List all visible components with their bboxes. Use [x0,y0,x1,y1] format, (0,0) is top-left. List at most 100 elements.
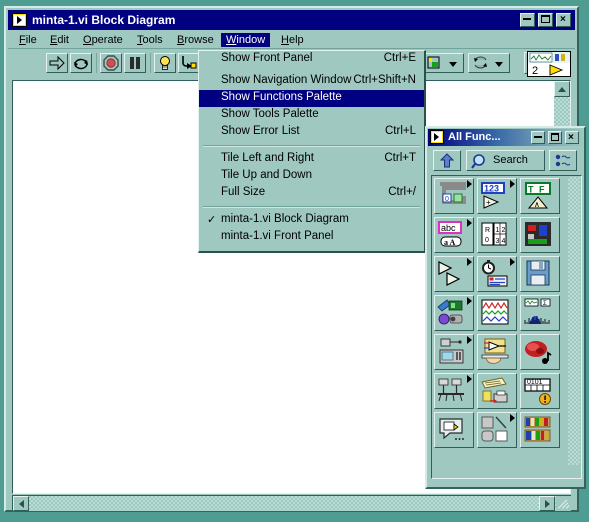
search-label: Search [493,154,528,166]
minimize-button[interactable] [520,13,535,27]
menu-edit[interactable]: Edit [45,33,74,47]
array-cluster-palette[interactable]: R 0 1 2 3 4 [477,217,517,253]
menu-item-minta-1-front-panel[interactable]: minta-1.vi Front Panel [199,229,424,246]
run-button[interactable] [46,53,68,73]
structures-palette[interactable]: 0 [434,178,474,214]
menu-item-tile-up-and-down[interactable]: Tile Up and Down [199,168,424,185]
menu-operate[interactable]: Operate [78,33,128,47]
boolean-palette[interactable]: T F ∧ [520,178,560,214]
binary-warning-icon: 0101 [524,378,551,405]
palette-body: 0 123 + T F ∧ abc a A R 0 1 2 3 4 Σ 0101 [431,175,582,479]
menu-item-show-functions-palette[interactable]: Show Functions Palette [199,90,424,107]
svg-text:0: 0 [445,196,449,203]
step-into-button[interactable] [178,53,200,73]
user-libraries-palette[interactable] [520,412,560,448]
palette-titlebar[interactable]: All Func... × [428,129,583,146]
reorder-dropdown[interactable] [468,53,510,73]
search-button[interactable]: Search [466,150,545,171]
data-acquisition-palette[interactable] [434,334,474,370]
waveform-palette[interactable] [477,295,517,331]
double-arrow-icon [438,261,461,286]
options-list-icon [555,154,571,167]
printer-document-icon [481,377,508,403]
instrument-io-icon [437,299,463,325]
menu-item-label: Tile Up and Down [221,169,312,181]
select-a-vi-palette[interactable] [434,412,474,448]
desktop-background: minta-1.vi Block Diagram × File Edit Ope… [0,0,589,522]
svg-text:4: 4 [502,238,506,245]
text-settings-dropdown[interactable] [422,53,464,73]
file-io-palette[interactable] [520,256,560,292]
menu-item-show-error-list[interactable]: Show Error List Ctrl+L [199,124,424,141]
menu-item-label: Show Functions Palette [221,91,342,103]
palette-maximize-button[interactable] [548,131,562,144]
resize-grip[interactable] [556,496,571,511]
run-continuously-button[interactable] [70,53,92,73]
palette-resize-grip[interactable] [568,465,580,477]
menu-item-label: minta-1.vi Front Panel [221,230,334,242]
vi-icon[interactable]: 2 [527,51,571,77]
palette-close-button[interactable]: × [565,131,579,144]
svg-text:+: + [486,198,491,207]
maximize-button[interactable] [538,13,553,27]
comparison-palette[interactable] [520,217,560,253]
menu-item-show-tools-palette[interactable]: Show Tools Palette [199,107,424,124]
menu-item-accelerator: Ctrl+E [383,52,416,64]
menu-item-tile-left-and-right[interactable]: Tile Left and Right Ctrl+T [199,151,424,168]
close-icon: × [560,14,566,25]
scroll-up-button[interactable] [554,81,570,97]
time-dialog-palette[interactable] [434,256,474,292]
window-menu: Show Front Panel Ctrl+E Show Navigation … [198,50,426,253]
menu-item-show-navigation-window[interactable]: Show Navigation Window Ctrl+Shift+N [199,73,424,90]
numeric-palette[interactable]: 123 + [477,178,517,214]
toolbar-separator [96,53,97,73]
application-control-palette[interactable] [477,373,517,409]
palette-minimize-button[interactable] [531,131,545,144]
abort-execution-button[interactable] [100,53,122,73]
string-palette[interactable]: abc a A [434,217,474,253]
motion-vision-palette[interactable] [520,334,560,370]
report-generation-palette[interactable]: 0101 [520,373,560,409]
palette-vertical-scrollbar[interactable] [568,177,580,477]
menubar: File Edit Operate Tools Browse Window He… [8,31,575,49]
string-abc-icon: abc a A [438,221,462,247]
svg-text:2: 2 [502,227,506,234]
analyze-palette[interactable]: Σ [520,295,560,331]
window-titlebar[interactable]: minta-1.vi Block Diagram × [8,10,575,30]
horizontal-scrollbar[interactable] [12,495,571,511]
scroll-left-button[interactable] [13,496,29,511]
pause-button[interactable] [124,53,146,73]
vi-block-diagram-icon [12,13,27,27]
svg-text:∧: ∧ [534,200,540,209]
menu-item-label: minta-1.vi Block Diagram [221,213,349,225]
close-icon: × [568,132,574,143]
bookshelf-icon [524,416,551,442]
instrument-io-palette[interactable] [434,295,474,331]
close-button[interactable]: × [556,13,571,27]
menu-item-label: Full Size [221,186,266,198]
menu-item-label: Show Error List [221,125,300,137]
timing-palette[interactable] [477,256,517,292]
menu-tools[interactable]: Tools [132,33,168,47]
communication-palette[interactable] [434,373,474,409]
palette-toolbar: Search [430,150,583,172]
menu-help[interactable]: Help [276,33,309,47]
clock-icon [482,260,508,287]
decorations-palette[interactable] [477,412,517,448]
menu-item-full-size[interactable]: Full Size Ctrl+/ [199,185,424,202]
boolean-tf-icon: T F ∧ [525,182,551,209]
menu-window[interactable]: Window [221,33,271,47]
menu-item-minta-1-block-diagram[interactable]: ✓ minta-1.vi Block Diagram [199,212,424,229]
menu-browse[interactable]: Browse [172,33,219,47]
instrument-drivers-palette[interactable] [477,334,517,370]
scroll-right-button[interactable] [539,496,555,511]
palette-options-button[interactable] [549,150,577,171]
menu-separator [203,145,420,147]
analysis-peak-icon: Σ [524,298,551,324]
menu-file[interactable]: File [14,33,42,47]
network-nodes-icon [438,378,464,402]
svg-text:Σ: Σ [543,301,547,307]
menu-item-show-front-panel[interactable]: Show Front Panel Ctrl+E [199,51,424,68]
highlight-execution-button[interactable] [154,53,176,73]
up-one-level-button[interactable] [433,150,461,171]
